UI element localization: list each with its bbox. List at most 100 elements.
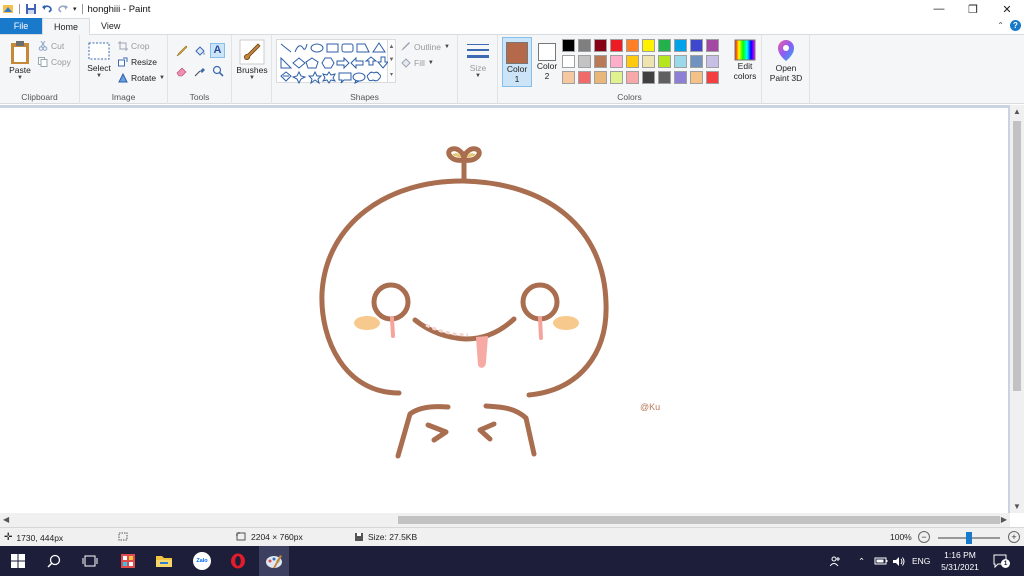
fill-button[interactable]: Fill ▼ — [400, 57, 434, 68]
eraser-icon[interactable] — [176, 65, 188, 77]
palette-swatch-4[interactable] — [626, 39, 639, 52]
ribbon-tabs: File Home View ⌃ ? — [0, 18, 1024, 35]
palette-swatch-29[interactable] — [706, 71, 719, 84]
palette-swatch-10[interactable] — [562, 55, 575, 68]
size-button[interactable]: Size ▼ — [462, 41, 494, 79]
paint-app-icon[interactable] — [2, 3, 14, 15]
palette-swatch-15[interactable] — [642, 55, 655, 68]
palette-swatch-13[interactable] — [610, 55, 623, 68]
file-size: Size: 27.5KB — [354, 532, 417, 542]
resize-button[interactable]: Resize — [118, 57, 157, 67]
palette-swatch-20[interactable] — [562, 71, 575, 84]
select-button[interactable]: Select ▼ — [84, 41, 114, 79]
volume-icon[interactable] — [892, 546, 905, 576]
shapes-gallery[interactable] — [276, 39, 390, 85]
palette-swatch-19[interactable] — [706, 55, 719, 68]
scroll-left-icon[interactable]: ◀ — [3, 515, 9, 524]
edit-colors-button[interactable]: Edit colors — [730, 39, 760, 81]
palette-swatch-7[interactable] — [674, 39, 687, 52]
palette-swatch-28[interactable] — [690, 71, 703, 84]
palette-swatch-26[interactable] — [658, 71, 671, 84]
palette-swatch-16[interactable] — [658, 55, 671, 68]
horizontal-scroll-thumb[interactable] — [398, 516, 1000, 524]
search-button[interactable] — [44, 551, 64, 571]
fill-label: Fill — [414, 57, 425, 68]
palette-swatch-27[interactable] — [674, 71, 687, 84]
scroll-right-icon[interactable]: ▶ — [1001, 515, 1007, 524]
taskbar-app-opera[interactable] — [228, 551, 248, 571]
palette-swatch-23[interactable] — [610, 71, 623, 84]
color-picker-icon[interactable] — [194, 65, 206, 77]
redo-icon[interactable] — [57, 3, 69, 15]
chevron-down-icon[interactable]: ▼ — [389, 57, 395, 63]
palette-swatch-11[interactable] — [578, 55, 591, 68]
close-button[interactable]: ✕ — [990, 0, 1024, 18]
palette-swatch-18[interactable] — [690, 55, 703, 68]
palette-swatch-9[interactable] — [706, 39, 719, 52]
tab-file[interactable]: File — [0, 18, 42, 34]
zoom-in-button[interactable]: + — [1008, 531, 1020, 543]
minimize-button[interactable]: — — [922, 0, 956, 18]
text-tool-icon[interactable]: A — [210, 43, 225, 58]
palette-swatch-3[interactable] — [610, 39, 623, 52]
copy-button[interactable]: Copy — [38, 57, 71, 67]
notification-center-button[interactable]: 1 — [993, 546, 1010, 576]
palette-swatch-22[interactable] — [594, 71, 607, 84]
chevron-up-icon[interactable]: ▲ — [389, 44, 395, 50]
customize-qat-icon[interactable]: ▾ — [73, 5, 77, 13]
scroll-down-icon[interactable]: ▼ — [1013, 502, 1021, 511]
palette-swatch-8[interactable] — [690, 39, 703, 52]
palette-swatch-25[interactable] — [642, 71, 655, 84]
palette-swatch-6[interactable] — [658, 39, 671, 52]
horizontal-scrollbar[interactable]: ◀ ▶ — [0, 513, 1010, 527]
people-icon[interactable] — [830, 546, 842, 576]
paste-button[interactable]: Paste ▼ — [6, 39, 34, 81]
drawing-canvas[interactable]: @Ku — [0, 108, 1008, 513]
save-icon[interactable] — [25, 3, 37, 15]
input-language[interactable]: ENG — [912, 546, 930, 576]
zoom-out-button[interactable]: − — [918, 531, 930, 543]
brushes-button[interactable]: Brushes ▼ — [236, 39, 268, 81]
taskbar-app-explorer[interactable] — [154, 551, 174, 571]
open-paint3d-button[interactable]: Open Paint 3D — [766, 39, 806, 83]
shapes-gallery-scroll[interactable]: ▲ ▼ ▾ — [388, 39, 396, 83]
vertical-scroll-thumb[interactable] — [1013, 121, 1021, 391]
vertical-scrollbar[interactable]: ▲ ▼ — [1010, 105, 1024, 513]
color1-button[interactable]: Color 1 — [502, 37, 532, 87]
outline-button[interactable]: Outline ▼ — [400, 41, 450, 52]
palette-swatch-2[interactable] — [594, 39, 607, 52]
fill-bucket-icon[interactable] — [194, 45, 206, 57]
color2-button[interactable]: Color 2 — [534, 37, 560, 87]
battery-icon[interactable] — [874, 546, 888, 576]
pencil-icon[interactable] — [176, 45, 188, 57]
palette-swatch-24[interactable] — [626, 71, 639, 84]
cut-button[interactable]: Cut — [38, 41, 64, 51]
taskbar-app-zalo[interactable]: Zalo — [192, 551, 212, 571]
scroll-up-icon[interactable]: ▲ — [1013, 107, 1021, 116]
collapse-ribbon-icon[interactable]: ⌃ — [997, 21, 1004, 30]
tab-view[interactable]: View — [90, 18, 131, 34]
palette-swatch-21[interactable] — [578, 71, 591, 84]
palette-swatch-14[interactable] — [626, 55, 639, 68]
line-size-icon — [467, 44, 489, 58]
more-shapes-icon[interactable]: ▾ — [390, 71, 393, 78]
undo-icon[interactable] — [41, 3, 53, 15]
taskbar-app-photos[interactable] — [118, 551, 138, 571]
palette-swatch-5[interactable] — [642, 39, 655, 52]
magnifier-icon[interactable] — [212, 65, 224, 77]
restore-button[interactable]: ❐ — [956, 0, 990, 18]
taskbar-app-paint[interactable] — [259, 546, 289, 576]
palette-swatch-17[interactable] — [674, 55, 687, 68]
tab-home[interactable]: Home — [42, 18, 91, 35]
palette-swatch-0[interactable] — [562, 39, 575, 52]
rotate-button[interactable]: Rotate ▼ — [118, 73, 165, 83]
crop-button[interactable]: Crop — [118, 41, 149, 51]
palette-swatch-1[interactable] — [578, 39, 591, 52]
palette-swatch-12[interactable] — [594, 55, 607, 68]
help-icon[interactable]: ? — [1010, 20, 1021, 31]
clock[interactable]: 1:16 PM 5/31/2021 — [934, 549, 986, 573]
zoom-slider-thumb[interactable] — [966, 532, 972, 544]
task-view-button[interactable] — [80, 551, 100, 571]
tray-chevron-up-icon[interactable]: ⌃ — [858, 546, 865, 576]
start-button[interactable] — [8, 551, 28, 571]
